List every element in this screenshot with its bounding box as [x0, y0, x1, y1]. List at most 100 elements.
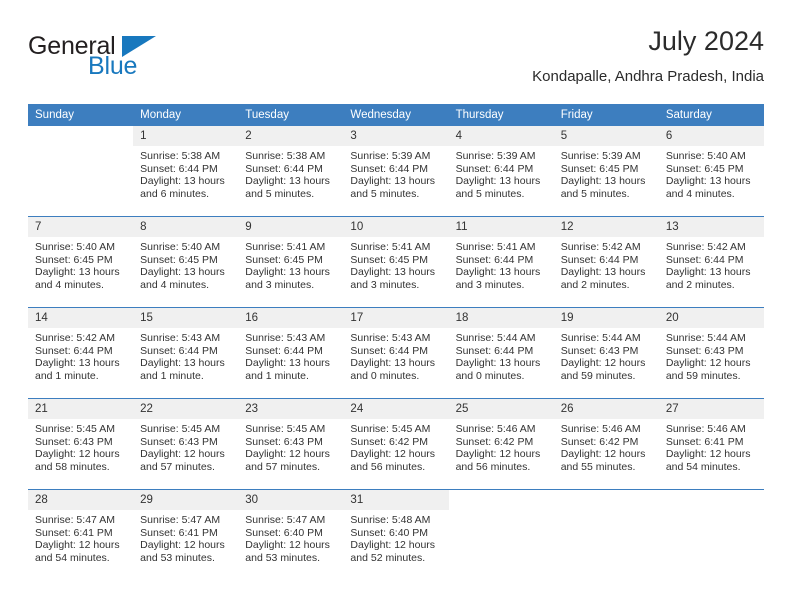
- calendar-day-cell[interactable]: 30 Sunrise: 5:47 AM Sunset: 6:40 PM Dayligh…: [238, 489, 344, 580]
- calendar-day-cell[interactable]: 20 Sunrise: 5:44 AM Sunset: 6:43 PM Dayligh…: [658, 307, 764, 399]
- daylight-duration-line1: Daylight: 12 hours: [350, 539, 436, 552]
- calendar-week-row: 28 Sunrise: 5:47 AM Sunset: 6:41 PM Dayligh…: [28, 489, 764, 580]
- calendar-day-cell[interactable]: 19 Sunrise: 5:44 AM Sunset: 6:43 PM Dayligh…: [553, 307, 659, 399]
- calendar-day-cell[interactable]: 21 Sunrise: 5:45 AM Sunset: 6:43 PM Dayligh…: [28, 398, 134, 490]
- calendar-day-cell[interactable]: 28 Sunrise: 5:47 AM Sunset: 6:41 PM Dayligh…: [28, 489, 134, 580]
- title-block: July 2024 Kondapalle, Andhra Pradesh, In…: [532, 24, 764, 88]
- calendar-day-cell[interactable]: 9 Sunrise: 5:41 AM Sunset: 6:45 PM Daylight…: [238, 216, 344, 308]
- sunrise-time: Sunrise: 5:42 AM: [35, 332, 115, 344]
- calendar-day-cell[interactable]: 1 Sunrise: 5:38 AM Sunset: 6:44 PM Daylight…: [133, 126, 239, 217]
- sunset-time: Sunset: 6:44 PM: [350, 162, 429, 175]
- day-sun-info: Sunrise: 5:40 AM Sunset: 6:45 PM Daylight:…: [133, 237, 238, 291]
- sunrise-time: Sunrise: 5:48 AM: [350, 514, 431, 526]
- daylight-duration-line1: Daylight: 12 hours: [140, 539, 225, 552]
- sunrise-time: Sunrise: 5:39 AM: [560, 150, 641, 162]
- sunset-time: Sunset: 6:43 PM: [560, 344, 639, 357]
- calendar-day-cell[interactable]: 3 Sunrise: 5:39 AM Sunset: 6:44 PM Daylight…: [343, 126, 449, 217]
- sunset-time: Sunset: 6:45 PM: [35, 253, 113, 266]
- daylight-duration-line2: and 1 minute.: [140, 369, 204, 382]
- sunset-time: Sunset: 6:45 PM: [350, 253, 429, 266]
- day-number: 3: [343, 126, 449, 146]
- day-sun-info: Sunrise: 5:43 AM Sunset: 6:44 PM Daylight:…: [133, 328, 238, 382]
- day-cell-content: 13 Sunrise: 5:42 AM Sunset: 6:44 PM Dayligh…: [658, 217, 764, 307]
- day-cell-content: [449, 490, 554, 580]
- day-sun-info: Sunrise: 5:47 AM Sunset: 6:41 PM Daylight:…: [133, 510, 238, 564]
- day-cell-content: 6 Sunrise: 5:40 AM Sunset: 6:45 PM Daylight…: [658, 126, 764, 216]
- daylight-duration-line1: Daylight: 12 hours: [140, 448, 225, 461]
- day-cell-content: 12 Sunrise: 5:42 AM Sunset: 6:44 PM Dayligh…: [553, 217, 659, 307]
- daylight-duration-line1: Daylight: 12 hours: [35, 539, 120, 552]
- day-number: 18: [448, 308, 554, 328]
- day-sun-info: Sunrise: 5:42 AM Sunset: 6:44 PM Daylight:…: [28, 328, 133, 382]
- day-cell-content: 3 Sunrise: 5:39 AM Sunset: 6:44 PM Daylight…: [343, 126, 449, 216]
- calendar-day-cell[interactable]: 25 Sunrise: 5:46 AM Sunset: 6:42 PM Dayligh…: [448, 398, 554, 490]
- day-sun-info: Sunrise: 5:43 AM Sunset: 6:44 PM Daylight:…: [343, 328, 448, 382]
- sunset-time: Sunset: 6:44 PM: [455, 344, 534, 357]
- brand-word-blue: Blue: [88, 52, 138, 80]
- sunset-time: Sunset: 6:42 PM: [560, 435, 639, 448]
- page-title: July 2024: [648, 26, 764, 56]
- calendar-day-cell[interactable]: 5 Sunrise: 5:39 AM Sunset: 6:45 PM Daylight…: [553, 126, 659, 217]
- daylight-duration-line2: and 5 minutes.: [350, 187, 420, 200]
- sunset-time: Sunset: 6:40 PM: [245, 526, 323, 539]
- calendar-day-cell[interactable]: 2 Sunrise: 5:38 AM Sunset: 6:44 PM Daylight…: [238, 126, 344, 217]
- calendar-day-cell[interactable]: 11 Sunrise: 5:41 AM Sunset: 6:44 PM Dayligh…: [448, 216, 554, 308]
- weekday-header-friday: Friday: [553, 104, 659, 126]
- calendar-day-cell[interactable]: 7 Sunrise: 5:40 AM Sunset: 6:45 PM Daylight…: [28, 216, 134, 308]
- day-number: 28: [28, 490, 134, 510]
- day-number: 23: [238, 399, 344, 419]
- sunrise-time: Sunrise: 5:41 AM: [245, 241, 326, 253]
- day-number: 27: [658, 399, 764, 419]
- day-number: [659, 490, 764, 510]
- sunrise-time: Sunrise: 5:45 AM: [35, 423, 115, 435]
- calendar-day-cell[interactable]: 22 Sunrise: 5:45 AM Sunset: 6:43 PM Dayligh…: [133, 398, 239, 490]
- day-number: 10: [343, 217, 449, 237]
- brand-logo[interactable]: General Blue: [28, 32, 248, 88]
- sunrise-time: Sunrise: 5:43 AM: [245, 332, 326, 344]
- calendar-day-cell[interactable]: 4 Sunrise: 5:39 AM Sunset: 6:44 PM Daylight…: [448, 126, 554, 217]
- calendar-day-cell[interactable]: 16 Sunrise: 5:43 AM Sunset: 6:44 PM Dayligh…: [238, 307, 344, 399]
- calendar-day-cell[interactable]: 29 Sunrise: 5:47 AM Sunset: 6:41 PM Dayligh…: [133, 489, 239, 580]
- calendar-day-cell[interactable]: 10 Sunrise: 5:41 AM Sunset: 6:45 PM Dayligh…: [343, 216, 449, 308]
- calendar-day-cell[interactable]: 13 Sunrise: 5:42 AM Sunset: 6:44 PM Dayligh…: [658, 216, 764, 308]
- daylight-duration-line1: Daylight: 12 hours: [455, 448, 541, 461]
- daylight-duration-line2: and 4 minutes.: [665, 187, 735, 200]
- calendar-day-cell[interactable]: 6 Sunrise: 5:40 AM Sunset: 6:45 PM Daylight…: [658, 126, 764, 217]
- calendar-day-cell[interactable]: 14 Sunrise: 5:42 AM Sunset: 6:44 PM Dayligh…: [28, 307, 134, 399]
- calendar-day-cell[interactable]: 27 Sunrise: 5:46 AM Sunset: 6:41 PM Dayligh…: [658, 398, 764, 490]
- day-cell-content: 7 Sunrise: 5:40 AM Sunset: 6:45 PM Daylight…: [28, 217, 134, 307]
- day-cell-content: 24 Sunrise: 5:45 AM Sunset: 6:42 PM Dayligh…: [343, 399, 449, 489]
- calendar-day-cell[interactable]: 24 Sunrise: 5:45 AM Sunset: 6:42 PM Dayligh…: [343, 398, 449, 490]
- daylight-duration-line2: and 54 minutes.: [35, 551, 110, 564]
- calendar-day-cell[interactable]: 8 Sunrise: 5:40 AM Sunset: 6:45 PM Daylight…: [133, 216, 239, 308]
- calendar-day-cell: [28, 126, 133, 217]
- calendar-day-cell[interactable]: 23 Sunrise: 5:45 AM Sunset: 6:43 PM Dayligh…: [238, 398, 344, 490]
- day-number: [449, 490, 554, 510]
- daylight-duration-line1: Daylight: 13 hours: [665, 175, 751, 188]
- day-sun-info: Sunrise: 5:47 AM Sunset: 6:41 PM Daylight:…: [28, 510, 133, 564]
- day-cell-content: 30 Sunrise: 5:47 AM Sunset: 6:40 PM Dayligh…: [238, 490, 344, 580]
- calendar-day-cell[interactable]: 12 Sunrise: 5:42 AM Sunset: 6:44 PM Dayligh…: [553, 216, 659, 308]
- day-cell-content: 18 Sunrise: 5:44 AM Sunset: 6:44 PM Dayligh…: [448, 308, 554, 398]
- day-cell-content: 29 Sunrise: 5:47 AM Sunset: 6:41 PM Dayligh…: [133, 490, 239, 580]
- sunrise-time: Sunrise: 5:38 AM: [140, 150, 221, 162]
- sunrise-time: Sunrise: 5:45 AM: [245, 423, 326, 435]
- weekday-header-saturday: Saturday: [658, 104, 764, 126]
- day-number: 22: [133, 399, 239, 419]
- calendar-day-cell[interactable]: 17 Sunrise: 5:43 AM Sunset: 6:44 PM Dayligh…: [343, 307, 449, 399]
- calendar-day-cell[interactable]: 26 Sunrise: 5:46 AM Sunset: 6:42 PM Dayligh…: [553, 398, 659, 490]
- calendar-day-cell[interactable]: 15 Sunrise: 5:43 AM Sunset: 6:44 PM Dayligh…: [133, 307, 239, 399]
- calendar-day-cell[interactable]: 18 Sunrise: 5:44 AM Sunset: 6:44 PM Dayligh…: [448, 307, 554, 399]
- day-number: 13: [658, 217, 764, 237]
- sunset-time: Sunset: 6:44 PM: [455, 162, 534, 175]
- day-number: 21: [28, 399, 134, 419]
- day-sun-info: Sunrise: 5:41 AM Sunset: 6:45 PM Daylight:…: [238, 237, 343, 291]
- calendar-day-cell: [658, 489, 764, 580]
- sunset-time: Sunset: 6:44 PM: [665, 253, 744, 266]
- day-cell-content: 5 Sunrise: 5:39 AM Sunset: 6:45 PM Daylight…: [553, 126, 659, 216]
- sunset-time: Sunset: 6:44 PM: [560, 253, 639, 266]
- daylight-duration-line2: and 2 minutes.: [560, 278, 630, 291]
- sunrise-time: Sunrise: 5:43 AM: [350, 332, 431, 344]
- sunset-time: Sunset: 6:44 PM: [140, 344, 218, 357]
- calendar-day-cell[interactable]: 31 Sunrise: 5:48 AM Sunset: 6:40 PM Dayligh…: [343, 489, 449, 580]
